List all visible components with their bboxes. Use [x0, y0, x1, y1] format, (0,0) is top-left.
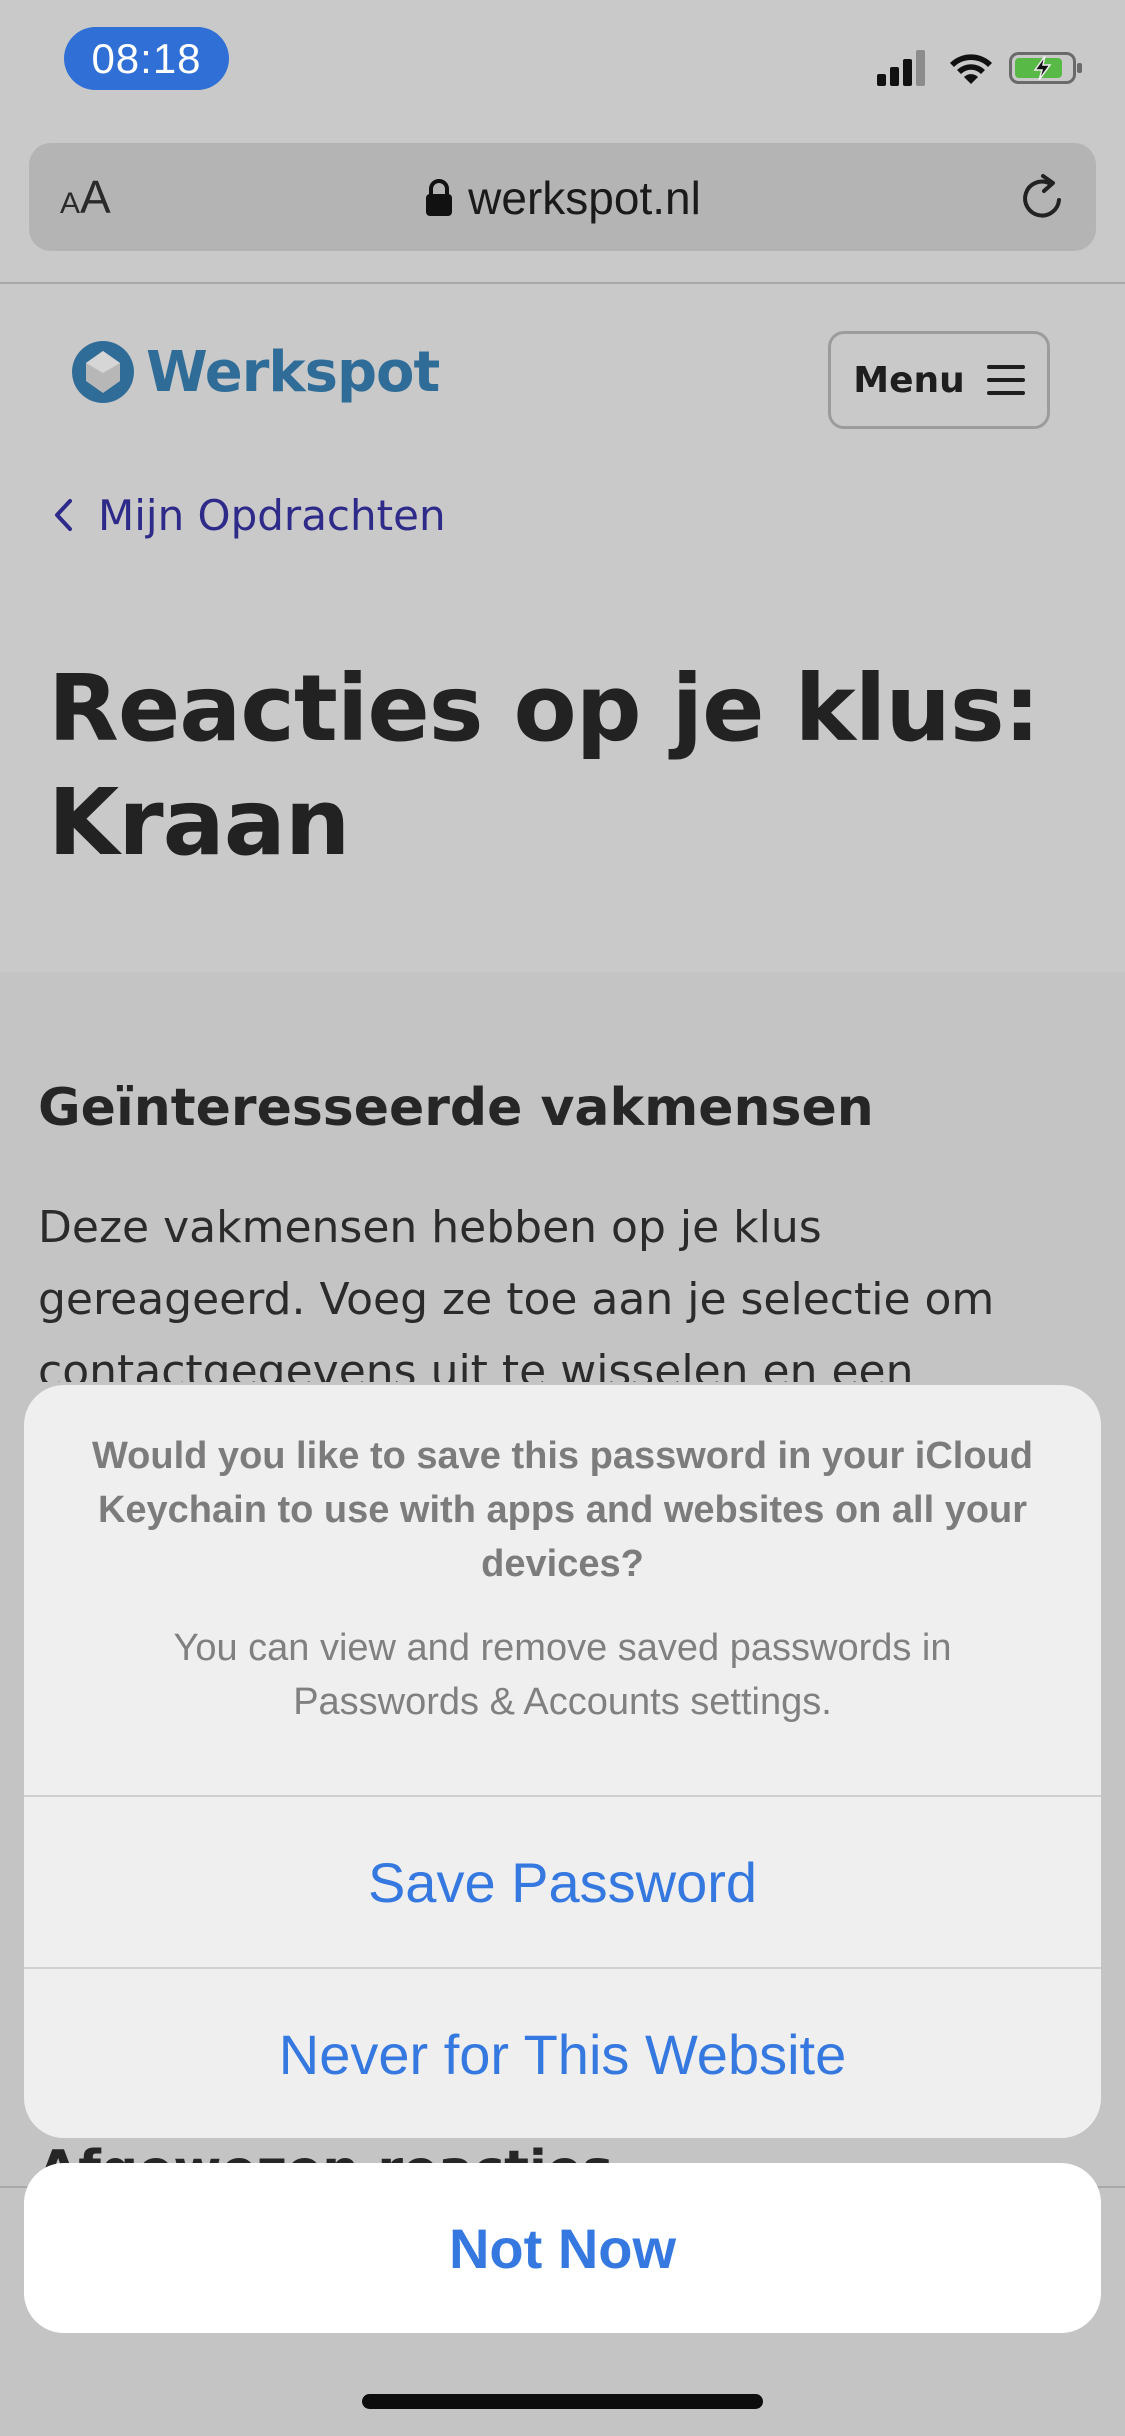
- home-indicator[interactable]: [362, 2394, 763, 2409]
- save-password-sheet: Would you like to save this password in …: [24, 1385, 1101, 2138]
- never-for-this-website-button[interactable]: Never for This Website: [24, 1969, 1101, 2138]
- status-time: 08:18: [64, 27, 229, 90]
- sheet-message: Would you like to save this password in …: [24, 1385, 1101, 1795]
- sheet-subtitle: You can view and remove saved passwords …: [173, 1627, 952, 1723]
- section-heading: Geïnteresseerde vakmensen: [38, 1078, 874, 1138]
- menu-label: Menu: [853, 359, 965, 401]
- reload-icon[interactable]: [1015, 170, 1071, 226]
- save-password-button[interactable]: Save Password: [24, 1797, 1101, 1967]
- not-now-button[interactable]: Not Now: [24, 2163, 1101, 2333]
- logo-text: Werkspot: [146, 339, 440, 405]
- werkspot-logo-icon: [72, 341, 134, 403]
- werkspot-logo[interactable]: Werkspot: [70, 335, 440, 409]
- wifi-icon: [950, 54, 992, 84]
- sheet-title: Would you like to save this password in …: [92, 1435, 1033, 1585]
- battery-charging-icon: [1009, 52, 1082, 84]
- back-link-mijn-opdrachten[interactable]: Mijn Opdrachten: [52, 485, 446, 545]
- browser-divider: [0, 282, 1125, 284]
- url-text: werkspot.nl: [468, 172, 701, 224]
- hamburger-icon: [986, 365, 1025, 395]
- page-title: Reacties op je klus: Kraan: [48, 655, 1040, 876]
- url-display: werkspot.nl: [0, 170, 1125, 226]
- chevron-left-icon: [55, 499, 72, 531]
- status-icons: [877, 48, 1083, 88]
- back-link-label: Mijn Opdrachten: [98, 490, 446, 540]
- signal-icon: [877, 50, 925, 86]
- menu-button[interactable]: Menu: [828, 331, 1050, 429]
- section-text: Deze vakmensen hebben op je klus gereage…: [38, 1202, 995, 1382]
- lock-icon: [426, 179, 453, 216]
